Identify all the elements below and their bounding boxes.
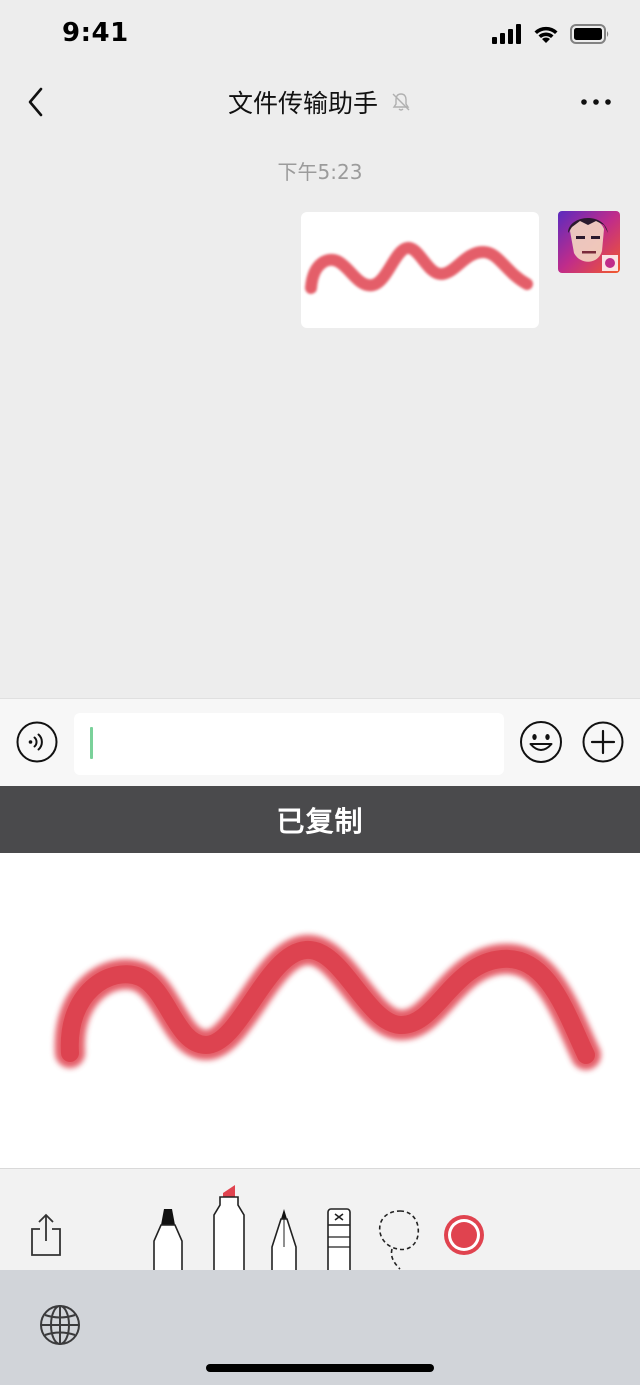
globe-button[interactable]: [38, 1303, 82, 1347]
highlighter-tool[interactable]: [210, 1181, 248, 1270]
more-functions-button[interactable]: [582, 720, 624, 764]
avatar[interactable]: [558, 211, 620, 273]
battery-icon: [570, 24, 609, 44]
color-picker-button[interactable]: [442, 1213, 486, 1257]
input-bar: [0, 698, 640, 786]
bell-slash-icon: [392, 93, 410, 111]
ellipsis-icon: [581, 99, 611, 105]
copied-banner: 已复制: [0, 786, 640, 853]
cellular-signal-icon: [492, 24, 521, 44]
tool-palette: [0, 1168, 640, 1270]
globe-icon: [40, 1305, 80, 1345]
status-bar: 9:41: [0, 0, 640, 70]
nav-bar: 文件传输助手: [0, 70, 640, 134]
highlighter-icon: [213, 1185, 245, 1270]
message-timestamp: 下午5:23: [277, 160, 363, 184]
voice-button[interactable]: [16, 721, 58, 763]
status-time: 9:41: [62, 18, 129, 48]
marker-icon: [153, 1209, 183, 1270]
smiley-icon: [520, 721, 562, 763]
pencil-icon: [271, 1209, 297, 1270]
lasso-tool[interactable]: [376, 1207, 424, 1270]
status-icons: [492, 22, 610, 46]
red-wave-sticker: [305, 242, 533, 294]
keyboard-bottom-bar: [0, 1270, 640, 1385]
color-picker-icon: [444, 1215, 484, 1255]
message-input[interactable]: [74, 713, 504, 775]
share-icon: [31, 1213, 61, 1256]
home-indicator[interactable]: [206, 1364, 434, 1372]
red-wave-drawing: [54, 935, 601, 1070]
drawing-canvas[interactable]: [0, 853, 640, 1169]
chat-title: 文件传输助手: [0, 84, 640, 120]
chat-screen: 9:41 文件传输助手 下午5:23 已复制: [0, 0, 640, 1385]
chat-title-text: 文件传输助手: [228, 89, 379, 118]
copied-text: 已复制: [276, 804, 364, 838]
eraser-icon: [327, 1208, 351, 1270]
marker-tool[interactable]: [150, 1207, 186, 1270]
share-button[interactable]: [30, 1213, 62, 1257]
more-button[interactable]: [578, 92, 614, 112]
plus-circle-icon: [582, 721, 624, 763]
emoji-button[interactable]: [519, 720, 563, 764]
wifi-icon: [534, 26, 558, 43]
lasso-icon: [378, 1210, 420, 1270]
user-avatar-image: [558, 211, 620, 273]
voice-icon: [16, 721, 58, 763]
eraser-tool[interactable]: [326, 1207, 352, 1270]
pencil-tool[interactable]: [270, 1207, 298, 1270]
text-caret: [90, 727, 93, 759]
image-message[interactable]: [301, 212, 539, 328]
